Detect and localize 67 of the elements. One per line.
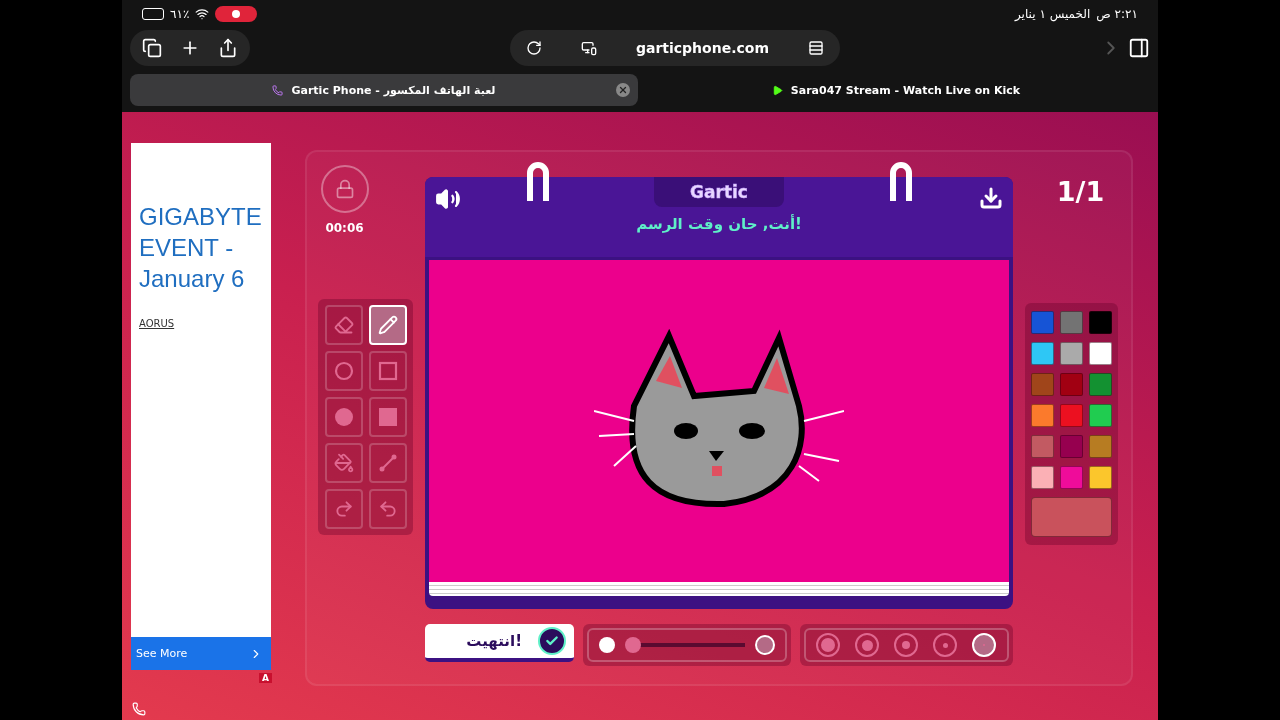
color-swatch[interactable] [1060, 311, 1083, 334]
drawing-canvas[interactable] [429, 260, 1009, 582]
status-date: الخميس ١ يناير [1015, 7, 1091, 21]
timer: 00:06 [325, 221, 364, 235]
filled-circle-icon [333, 407, 354, 427]
color-swatch[interactable] [1060, 466, 1083, 489]
color-swatch[interactable] [1089, 404, 1112, 427]
paint-bucket-icon [333, 453, 354, 473]
status-time: ٢:٢١ ص [1096, 7, 1138, 21]
color-swatch[interactable] [1089, 373, 1112, 396]
phone-icon[interactable] [132, 702, 146, 716]
download-icon[interactable] [979, 186, 1003, 210]
undo-icon [377, 499, 398, 519]
battery-icon [142, 8, 164, 20]
ad-brand-link[interactable]: AORUS [139, 318, 175, 329]
browser-tab[interactable]: Gartic Phone - لعبة الهاتف المكسور [130, 74, 638, 106]
recording-indicator [215, 6, 258, 22]
reload-icon [526, 40, 542, 56]
share-icon[interactable] [218, 38, 238, 58]
opacity-slider[interactable] [625, 636, 745, 654]
color-swatch[interactable] [1060, 373, 1083, 396]
eraser-icon [333, 315, 354, 335]
color-swatch[interactable] [1031, 342, 1054, 365]
close-icon [616, 83, 630, 97]
round-counter: 1/1 [1056, 176, 1105, 207]
color-swatch[interactable] [1089, 311, 1112, 334]
opacity-full-icon [599, 637, 615, 653]
opacity-empty-icon [755, 635, 775, 655]
gartic-logo: Gartic [654, 177, 784, 207]
ad-badge: A [259, 673, 272, 683]
play-icon [771, 84, 783, 96]
see-more-button[interactable]: See More [131, 637, 271, 670]
circle-outline-icon [333, 361, 354, 381]
ad-headline: GIGABYTE EVENT - January 6 [138, 202, 263, 294]
filled-square-icon [377, 407, 398, 427]
speaker-icon[interactable] [435, 186, 461, 212]
slider-thumb[interactable] [625, 637, 641, 653]
lock-button[interactable] [320, 165, 369, 213]
color-swatch[interactable] [1089, 466, 1112, 489]
phone-icon [272, 84, 284, 96]
battery-percent: ٦١٪ [170, 7, 190, 21]
tool-button[interactable] [368, 305, 407, 345]
browser-tab[interactable]: Sara047 Stream - Watch Live on Kick [642, 74, 1150, 106]
color-swatch[interactable] [1031, 466, 1054, 489]
color-swatch[interactable] [1031, 435, 1054, 458]
redo-icon [333, 499, 354, 519]
color-swatch[interactable] [1031, 404, 1054, 427]
device-icon [580, 40, 597, 56]
wifi-icon [195, 7, 210, 21]
color-swatch[interactable] [1031, 373, 1054, 396]
check-icon [538, 627, 566, 655]
color-swatch[interactable] [1060, 342, 1083, 365]
pencil-icon [377, 315, 398, 335]
color-swatch[interactable] [1089, 435, 1112, 458]
color-swatch[interactable] [1031, 311, 1054, 334]
sidebar-icon[interactable] [1128, 37, 1150, 59]
done-button[interactable]: انتهيت! [425, 624, 574, 662]
lock-icon [334, 179, 355, 199]
line-icon [377, 453, 398, 473]
color-swatch[interactable] [1060, 404, 1083, 427]
tabs-icon[interactable] [142, 38, 162, 58]
square-outline-icon [377, 361, 398, 381]
prompt-text: أنت, حان وقت الرسم! [636, 215, 802, 233]
color-swatch[interactable] [1060, 435, 1083, 458]
reader-icon [807, 40, 824, 56]
address-bar[interactable]: garticphone.com [510, 30, 840, 66]
color-swatch[interactable] [1089, 342, 1112, 365]
